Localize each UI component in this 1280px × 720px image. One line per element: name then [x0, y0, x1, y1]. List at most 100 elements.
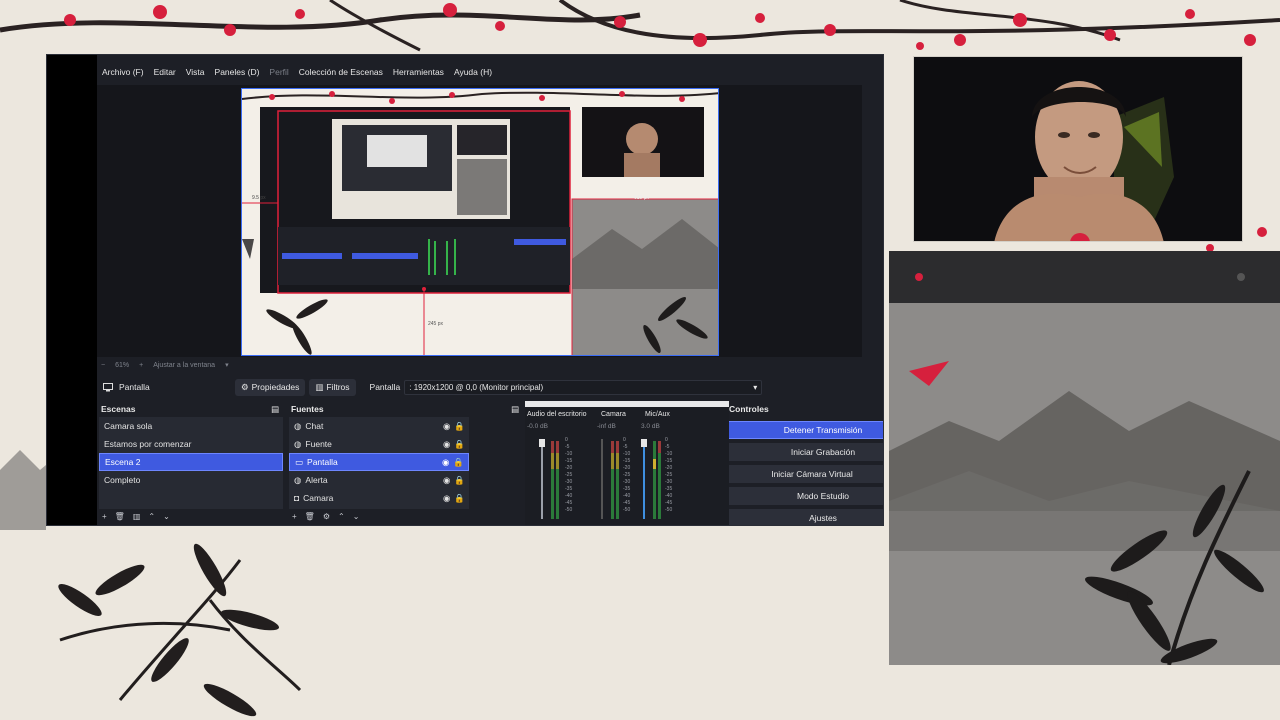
globe-icon: ◍ — [294, 438, 302, 449]
scene-item-selected[interactable]: Escena 2 — [99, 453, 283, 471]
stop-stream-button[interactable]: Detener Transmisión — [727, 421, 883, 439]
menu-coleccion-escenas[interactable]: Colección de Escenas — [299, 67, 383, 83]
source-item-label: Camara — [303, 493, 334, 503]
display-select[interactable]: : 1920x1200 @ 0,0 (Monitor principal) ▾ — [404, 379, 763, 395]
controls-dock: Controles ▤ Detener Transmisión Iniciar … — [725, 401, 883, 525]
menu-paneles[interactable]: Paneles (D) — [215, 67, 260, 83]
lock-icon[interactable]: 🔒 — [454, 421, 465, 432]
move-up-icon[interactable]: ⌃ — [338, 512, 345, 521]
zoom-out-button[interactable]: − — [101, 362, 105, 369]
eye-icon[interactable]: ◉ — [443, 439, 450, 450]
mixer-channel-desktop-db: -0.0 dB — [527, 423, 548, 430]
controls-title: Controles — [729, 404, 769, 414]
scene-item-label: Escena 2 — [105, 457, 141, 467]
sources-dock: Fuentes ▤ ◍ Chat ◉ 🔒 ◍ Fuente ◉ 🔒 ▭ Pant… — [287, 401, 525, 525]
chevron-down-icon[interactable]: ▾ — [225, 361, 229, 369]
mixer-channel-mic-label: Mic/Aux — [645, 411, 670, 418]
webcam-person-image — [914, 57, 1242, 241]
move-up-icon[interactable]: ⌃ — [148, 512, 155, 521]
add-icon[interactable]: + — [102, 512, 107, 521]
settings-button[interactable]: Ajustes — [727, 509, 883, 525]
dock-float-icon[interactable]: ▤ — [271, 404, 279, 415]
scene-item[interactable]: Completo — [99, 471, 283, 489]
sources-dock-title: Fuentes ▤ — [287, 401, 525, 417]
preview-canvas[interactable]: 9.5 px 610 px 245 px — [241, 88, 719, 356]
controls-dock-title: Controles ▤ — [725, 401, 883, 417]
source-item[interactable]: ◘ Camara ◉ 🔒 — [289, 489, 469, 507]
scene-item[interactable]: Estamos por comenzar — [99, 435, 283, 453]
scene-filter-icon[interactable]: ▥ — [133, 512, 141, 521]
eye-icon[interactable]: ◉ — [443, 493, 450, 504]
menu-bar: Archivo (F) Editar Vista Paneles (D) Per… — [97, 67, 492, 83]
mixer-channel-camera-label: Camara — [601, 411, 626, 418]
gear-icon: ⚙ — [241, 381, 249, 392]
gear-icon[interactable]: ⚙ — [323, 512, 330, 521]
zoom-level: 61% — [115, 361, 130, 369]
source-item-label: Alerta — [305, 475, 328, 485]
scenes-dock: Escenas ▤ Camara sola Estamos por comenz… — [97, 401, 285, 525]
dock-float-icon[interactable]: ▤ — [511, 404, 519, 415]
start-recording-button[interactable]: Iniciar Grabación — [727, 443, 883, 461]
filters-label: Filtros — [326, 382, 350, 392]
camera-icon: ◘ — [294, 493, 300, 503]
menu-ayuda[interactable]: Ayuda (H) — [454, 67, 492, 83]
selected-source-name: Pantalla — [119, 382, 150, 392]
trash-icon[interactable]: 🗑 — [115, 512, 125, 521]
window-left-strip — [47, 55, 97, 525]
menu-herramientas[interactable]: Herramientas — [393, 67, 444, 83]
source-item-label: Fuente — [305, 439, 332, 449]
mixer-scale-desktop: 0 -5 -10 -15 -20 -25 -30 -35 -40 -45 -50 — [565, 437, 573, 513]
webcam-feed — [913, 56, 1243, 242]
audio-mixer: Audio del escritorio Camara Mic/Aux -0.0… — [525, 401, 729, 525]
scene-item[interactable]: Camara sola — [99, 417, 283, 435]
virtual-camera-button[interactable]: Iniciar Cámara Virtual — [727, 465, 883, 483]
scenes-footer: + 🗑 ▥ ⌃ ⌄ — [97, 509, 285, 523]
fit-to-window[interactable]: Ajustar a la ventana — [153, 362, 215, 369]
eye-icon[interactable]: ◉ — [443, 475, 450, 486]
filters-button[interactable]: ▥ Filtros — [309, 378, 356, 396]
globe-icon: ◍ — [294, 474, 302, 485]
menu-perfil[interactable]: Perfil — [269, 67, 288, 83]
menu-archivo[interactable]: Archivo (F) — [102, 67, 144, 83]
eye-icon[interactable]: ◉ — [442, 457, 449, 468]
source-toolbar: Pantalla ⚙ Propiedades ▥ Filtros Pantall… — [97, 377, 883, 397]
menu-editar[interactable]: Editar — [154, 67, 176, 83]
source-item[interactable]: ◍ Fuente ◉ 🔒 — [289, 435, 469, 453]
obs-main-area: Archivo (F) Editar Vista Paneles (D) Per… — [97, 55, 883, 525]
preview-scene-render — [242, 91, 718, 355]
zoom-in-button[interactable]: + — [139, 362, 143, 369]
chevron-down-icon: ▾ — [753, 382, 758, 392]
trash-icon[interactable]: 🗑 — [305, 512, 315, 521]
mixer-channel-camera-db: -inf dB — [597, 423, 616, 430]
globe-icon: ◍ — [294, 420, 302, 431]
sources-title: Fuentes — [291, 404, 324, 414]
mixer-channel-mic-db: 3.0 dB — [641, 423, 660, 430]
source-item[interactable]: ◍ Alerta ◉ 🔒 — [289, 471, 469, 489]
properties-button[interactable]: ⚙ Propiedades — [235, 378, 306, 396]
move-down-icon[interactable]: ⌄ — [353, 512, 360, 521]
sources-list: ◍ Chat ◉ 🔒 ◍ Fuente ◉ 🔒 ▭ Pantalla ◉ 🔒 ◍… — [289, 417, 469, 509]
scenery-panel — [889, 251, 1280, 665]
add-icon[interactable]: + — [292, 512, 297, 521]
lock-icon[interactable]: 🔒 — [454, 439, 465, 450]
source-item-label: Chat — [305, 421, 324, 431]
move-down-icon[interactable]: ⌄ — [163, 512, 170, 521]
scene-item-label: Camara sola — [104, 421, 153, 431]
source-item-selected[interactable]: ▭ Pantalla ◉ 🔒 — [289, 453, 469, 471]
eye-icon[interactable]: ◉ — [443, 421, 450, 432]
studio-mode-button[interactable]: Modo Estudio — [727, 487, 883, 505]
mountain-painting — [889, 251, 1280, 665]
source-item[interactable]: ◍ Chat ◉ 🔒 — [289, 417, 469, 435]
preview-offset-bottom-label: 245 px — [428, 321, 444, 327]
obs-window: Archivo (F) Editar Vista Paneles (D) Per… — [46, 54, 884, 526]
preview-offset-left-label: 9.5 px — [252, 195, 266, 201]
mixer-scale-mic: 0 -5 -10 -15 -20 -25 -30 -35 -40 -45 -50 — [665, 437, 673, 513]
menu-vista[interactable]: Vista — [186, 67, 205, 83]
properties-label: Propiedades — [251, 382, 300, 392]
lock-icon[interactable]: 🔒 — [454, 493, 465, 504]
docks-area: Escenas ▤ Camara sola Estamos por comenz… — [97, 401, 883, 525]
preview-area: 9.5 px 610 px 245 px — [97, 85, 862, 357]
scenes-list: Camara sola Estamos por comenzar Escena … — [99, 417, 283, 509]
lock-icon[interactable]: 🔒 — [454, 475, 465, 486]
lock-icon[interactable]: 🔒 — [453, 457, 464, 468]
